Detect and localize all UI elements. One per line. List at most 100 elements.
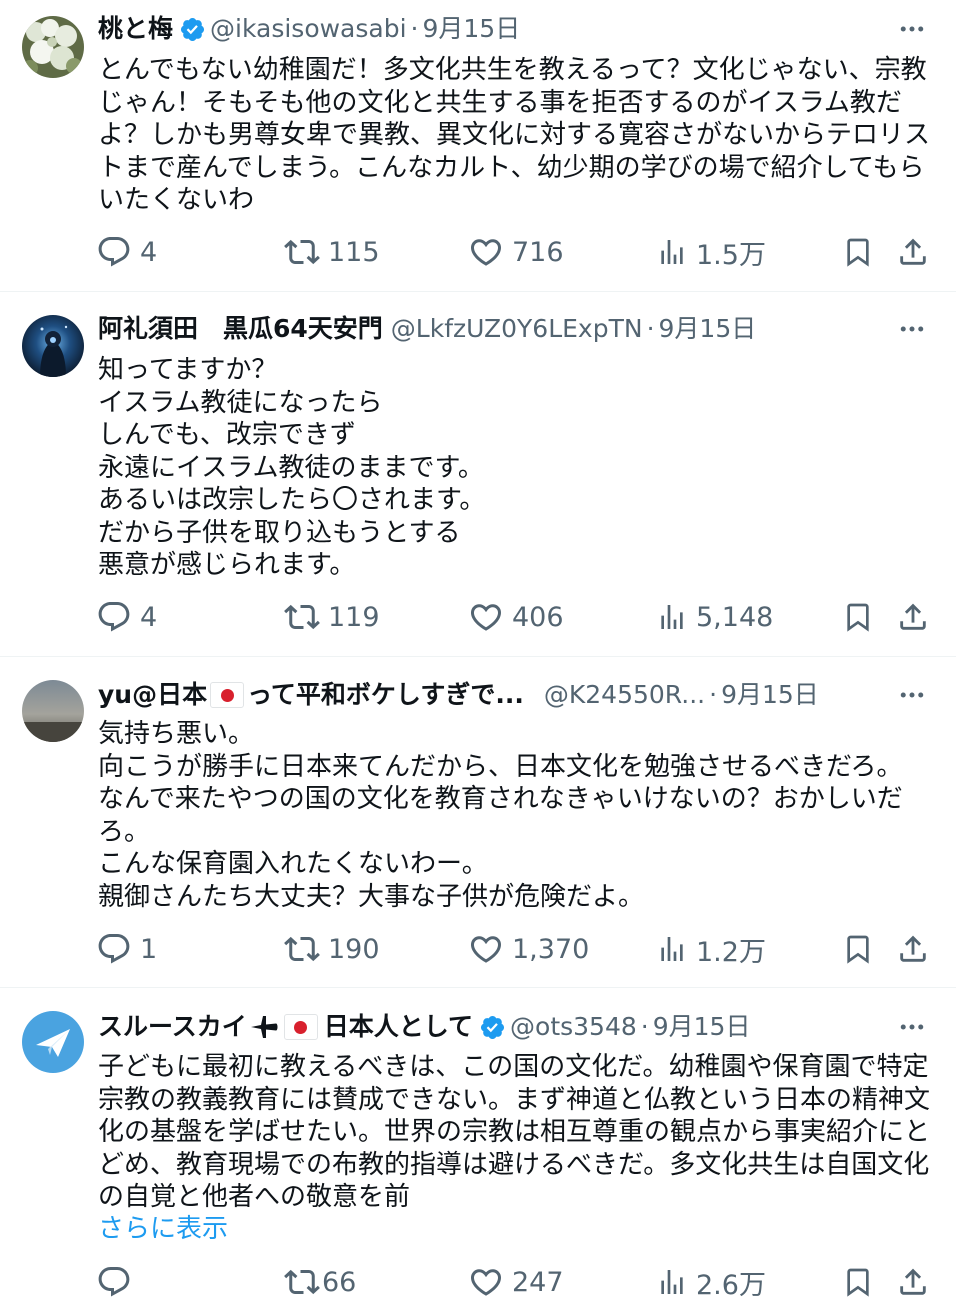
timestamp[interactable]: 9月15日 (659, 311, 757, 347)
retweet-button[interactable]: 190 (284, 929, 380, 969)
timestamp[interactable]: 9月15日 (423, 11, 521, 47)
retweet-count: 119 (328, 601, 380, 633)
tweet-text: 知ってますか？ イスラム教徒になったら しんでも、改宗できず 永遠にイスラム教徒… (98, 355, 486, 580)
views-icon (656, 933, 688, 965)
like-icon (468, 1264, 504, 1300)
tweet-header: 桃と梅 @ikasisowasabi · 9月15日 (98, 11, 932, 47)
display-name[interactable]: yu@日本 (98, 677, 207, 713)
tweet[interactable]: 阿礼須田 黒瓜64天安門 @LkfzUZ0Y6LExpTN · 9月15日 知っ… (0, 293, 956, 657)
reply-icon (96, 599, 132, 635)
like-count: 247 (512, 1266, 564, 1298)
timestamp[interactable]: 9月15日 (653, 1009, 751, 1045)
display-name[interactable]: 桃と梅 (98, 11, 173, 47)
views-icon (656, 236, 688, 268)
views-button[interactable]: 1.2万 (656, 929, 766, 969)
avatar[interactable] (22, 16, 84, 78)
tweet[interactable]: yu@日本 って平和ボケしすぎで... @K24550R... · 9月15日 … (0, 658, 956, 988)
retweet-count: 115 (328, 236, 380, 268)
reply-count: 4 (140, 236, 158, 268)
timestamp[interactable]: 9月15日 (721, 677, 819, 713)
separator: · (709, 680, 718, 709)
reply-icon (96, 1264, 132, 1300)
show-more-link[interactable]: さらに表示 (98, 1213, 228, 1245)
share-button[interactable] (896, 929, 930, 969)
reply-icon (96, 234, 132, 270)
avatar[interactable] (22, 680, 84, 742)
tweet-text: 気持ち悪い。 向こうが勝手に日本来てんだから、日本文化を勉強させるべきだろ。 な… (98, 719, 903, 912)
like-count: 406 (512, 601, 564, 633)
display-name[interactable]: スルースカイ (98, 1009, 247, 1045)
share-button[interactable] (896, 232, 930, 272)
display-name[interactable]: 阿礼須田 黒瓜64天安門 (98, 311, 383, 347)
tweet-header: yu@日本 って平和ボケしすぎで... @K24550R... · 9月15日 (98, 677, 932, 713)
user-handle[interactable]: @ikasisowasabi (210, 11, 407, 47)
user-handle[interactable]: @LkfzUZ0Y6LExpTN (391, 311, 643, 347)
action-bar: 1 190 1,370 1.2万 (96, 929, 932, 969)
verified-badge-icon (479, 1014, 506, 1041)
share-icon (896, 235, 930, 269)
action-bar: 4 115 716 1.5万 (96, 232, 932, 272)
retweet-icon (284, 1264, 320, 1300)
like-button[interactable]: 406 (468, 597, 564, 637)
tweet[interactable]: 桃と梅 @ikasisowasabi · 9月15日 とんでもない幼稚園だ！多文… (0, 0, 956, 292)
bookmark-button[interactable] (842, 1262, 874, 1302)
retweet-button[interactable]: 115 (284, 232, 380, 272)
reply-button[interactable] (96, 1262, 140, 1302)
tweet-text: とんでもない幼稚園だ！多文化共生を教えるって？文化じゃない、宗教じゃん！そもそも… (98, 55, 931, 215)
retweet-icon (284, 599, 320, 635)
display-name-suffix[interactable]: 日本人として (324, 1009, 473, 1045)
like-button[interactable]: 1,370 (468, 929, 589, 969)
like-count: 716 (512, 236, 564, 268)
airplane-icon (250, 1016, 278, 1038)
bookmark-icon (842, 1266, 874, 1298)
separator: · (646, 314, 655, 343)
more-icon[interactable] (892, 311, 932, 347)
views-button[interactable]: 5,148 (656, 597, 773, 637)
reply-count: 1 (140, 933, 158, 965)
more-icon[interactable] (892, 11, 932, 47)
share-icon (896, 1265, 930, 1299)
avatar[interactable] (22, 1011, 84, 1073)
views-button[interactable]: 1.5万 (656, 232, 766, 272)
reply-icon (96, 931, 132, 967)
like-button[interactable]: 716 (468, 232, 564, 272)
more-icon[interactable] (892, 1009, 932, 1045)
share-button[interactable] (896, 597, 930, 637)
like-button[interactable]: 247 (468, 1262, 564, 1302)
retweet-count: 66 (322, 1266, 357, 1298)
like-icon (468, 599, 504, 635)
bookmark-icon (842, 236, 874, 268)
views-icon (656, 601, 688, 633)
retweet-button[interactable]: 119 (284, 597, 380, 637)
action-bar: 4 119 406 5,148 (96, 597, 932, 637)
like-count: 1,370 (512, 933, 590, 965)
reply-button[interactable]: 4 (96, 232, 157, 272)
reply-button[interactable]: 1 (96, 929, 157, 969)
view-count: 1.2万 (696, 936, 766, 968)
reply-button[interactable]: 4 (96, 597, 157, 637)
like-icon (468, 931, 504, 967)
share-button[interactable] (896, 1262, 930, 1302)
retweet-icon (284, 931, 320, 967)
like-icon (468, 234, 504, 270)
more-icon[interactable] (892, 677, 932, 713)
bookmark-button[interactable] (842, 929, 874, 969)
retweet-button[interactable]: 66 (284, 1262, 356, 1302)
bookmark-icon (842, 933, 874, 965)
avatar[interactable] (22, 315, 84, 377)
bookmark-button[interactable] (842, 232, 874, 272)
tweet-text: 子どもに最初に教えるべきは、この国の文化だ。幼稚園や保育園で特定宗教の教義教育に… (98, 1052, 931, 1212)
tweet-header: スルースカイ 日本人として @ots3548 · 9月15日 (98, 1009, 932, 1045)
separator: · (640, 1012, 649, 1041)
share-icon (896, 600, 930, 634)
bookmark-button[interactable] (842, 597, 874, 637)
user-handle[interactable]: @ots3548 (510, 1009, 637, 1045)
retweet-count: 190 (328, 933, 380, 965)
action-bar: 66 247 2.6万 (96, 1262, 932, 1302)
views-button[interactable]: 2.6万 (656, 1262, 766, 1302)
view-count: 2.6万 (696, 1269, 766, 1301)
view-count: 1.5万 (696, 239, 766, 271)
user-handle[interactable]: @K24550R... (544, 677, 705, 713)
tweet[interactable]: スルースカイ 日本人として @ots3548 · 9月15日 子どもに最初に教え… (0, 989, 956, 1316)
display-name-suffix[interactable]: って平和ボケしすぎで... (247, 677, 524, 713)
